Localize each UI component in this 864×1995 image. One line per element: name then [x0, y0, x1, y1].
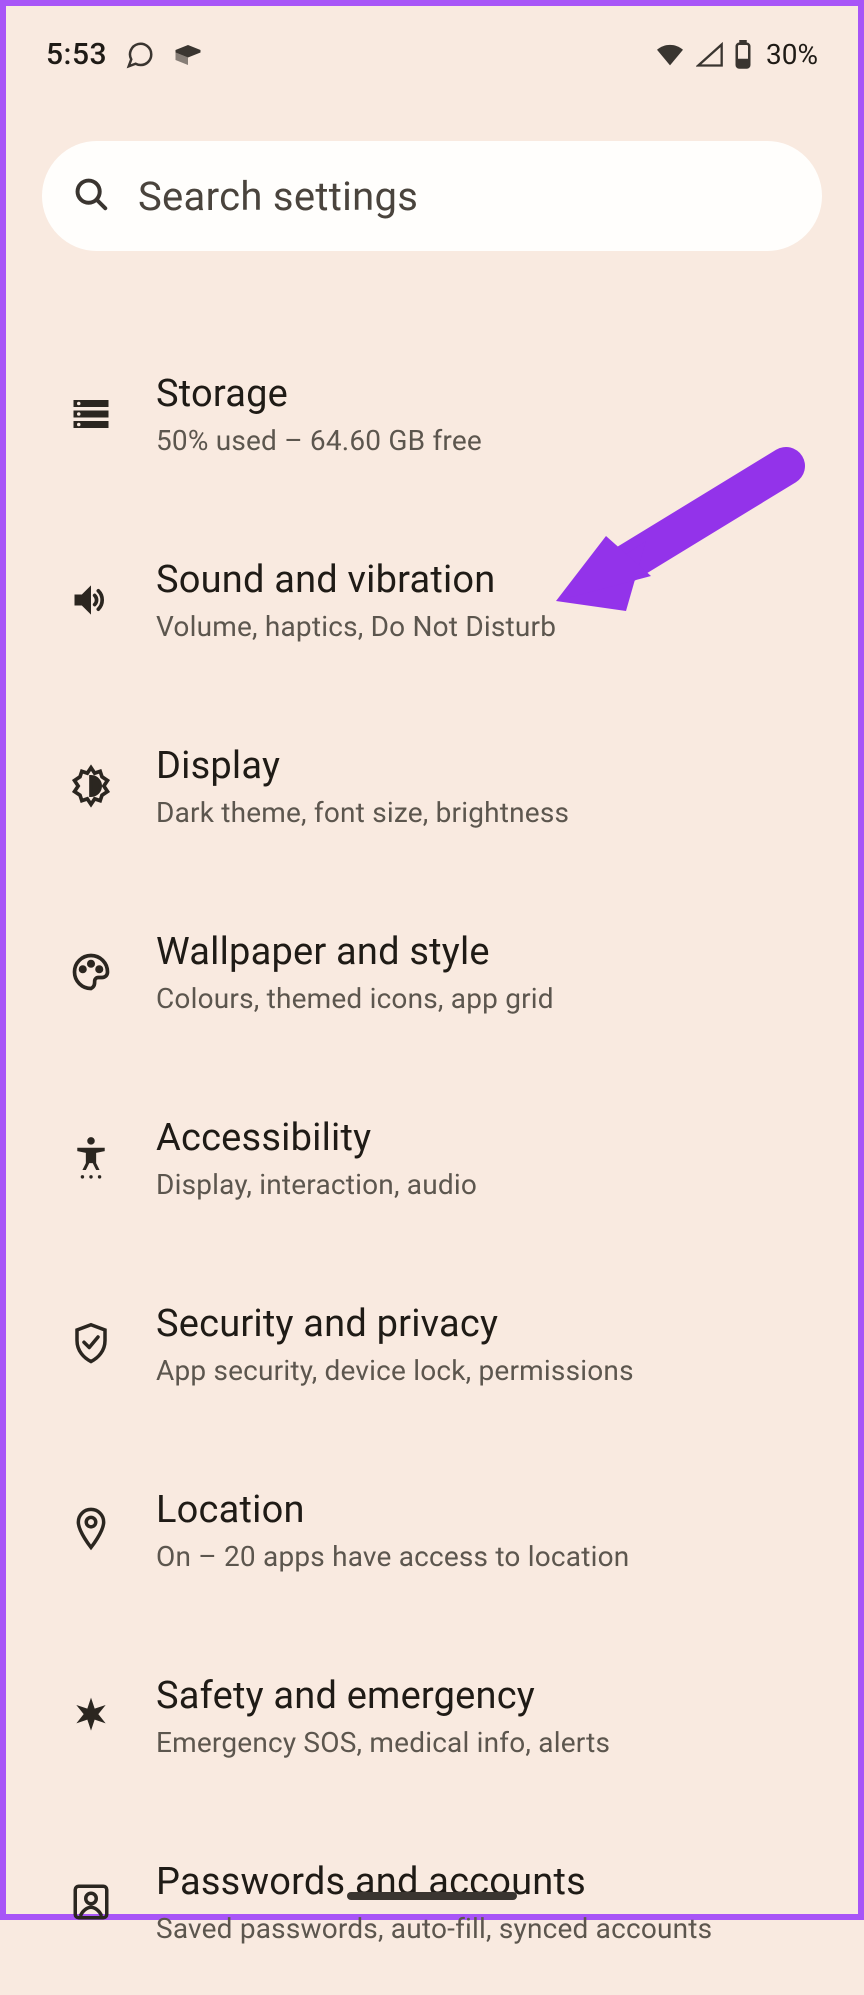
settings-item-display[interactable]: Display Dark theme, font size, brightnes…: [6, 693, 858, 879]
settings-item-wallpaper[interactable]: Wallpaper and style Colours, themed icon…: [6, 879, 858, 1065]
status-bar: 5:53 30%: [6, 6, 858, 91]
settings-item-location[interactable]: Location On – 20 apps have access to loc…: [6, 1437, 858, 1623]
emergency-icon: [66, 1694, 116, 1738]
item-title: Storage: [156, 372, 818, 416]
clock: 5:53: [46, 37, 107, 72]
search-placeholder: Search settings: [138, 173, 418, 220]
item-subtitle: App security, device lock, permissions: [156, 1354, 818, 1387]
settings-item-accessibility[interactable]: Accessibility Display, interaction, audi…: [6, 1065, 858, 1251]
settings-item-safety[interactable]: Safety and emergency Emergency SOS, medi…: [6, 1623, 858, 1809]
item-subtitle: Dark theme, font size, brightness: [156, 796, 818, 829]
status-right: 30%: [654, 38, 818, 71]
battery-percentage: 30%: [766, 38, 818, 71]
item-title: Display: [156, 744, 818, 788]
account-icon: [66, 1881, 116, 1923]
item-subtitle: Volume, haptics, Do Not Disturb: [156, 610, 818, 643]
item-subtitle: 50% used – 64.60 GB free: [156, 424, 818, 457]
item-title: Sound and vibration: [156, 558, 818, 602]
accessibility-icon: [66, 1134, 116, 1182]
search-icon: [72, 175, 110, 217]
battery-icon: [734, 40, 752, 70]
item-title: Wallpaper and style: [156, 930, 818, 974]
storage-icon: [66, 393, 116, 435]
item-title: Location: [156, 1488, 818, 1532]
settings-item-passwords[interactable]: Passwords and accounts Saved passwords, …: [6, 1809, 858, 1995]
item-subtitle: On – 20 apps have access to location: [156, 1540, 818, 1573]
whatsapp-icon: [125, 40, 155, 70]
item-subtitle: Display, interaction, audio: [156, 1168, 818, 1201]
item-title: Security and privacy: [156, 1302, 818, 1346]
item-subtitle: Saved passwords, auto-fill, synced accou…: [156, 1912, 818, 1945]
palette-icon: [66, 950, 116, 994]
navigation-handle[interactable]: [347, 1892, 517, 1900]
sound-icon: [66, 578, 116, 622]
search-bar[interactable]: Search settings: [42, 141, 822, 251]
settings-item-sound[interactable]: Sound and vibration Volume, haptics, Do …: [6, 507, 858, 693]
settings-item-security[interactable]: Security and privacy App security, devic…: [6, 1251, 858, 1437]
status-left: 5:53: [46, 37, 203, 72]
package-icon: [173, 42, 203, 68]
wifi-icon: [654, 42, 686, 68]
location-icon: [66, 1506, 116, 1554]
item-title: Accessibility: [156, 1116, 818, 1160]
display-icon: [66, 764, 116, 808]
settings-item-storage[interactable]: Storage 50% used – 64.60 GB free: [6, 321, 858, 507]
item-subtitle: Emergency SOS, medical info, alerts: [156, 1726, 818, 1759]
settings-list: Storage 50% used – 64.60 GB free Sound a…: [6, 281, 858, 1995]
signal-icon: [696, 42, 724, 68]
item-subtitle: Colours, themed icons, app grid: [156, 982, 818, 1015]
item-title: Safety and emergency: [156, 1674, 818, 1718]
shield-icon: [66, 1321, 116, 1367]
